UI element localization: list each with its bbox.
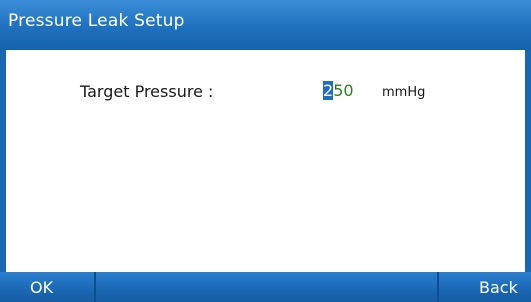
title-bar: Pressure Leak Setup bbox=[0, 0, 531, 50]
target-pressure-label: Target Pressure : bbox=[80, 82, 214, 101]
softkey-bar-middle bbox=[94, 272, 439, 302]
target-pressure-field[interactable]: 250 bbox=[323, 81, 354, 100]
pressure-unit: mmHg bbox=[382, 85, 426, 100]
window-title: Pressure Leak Setup bbox=[8, 11, 185, 31]
back-button[interactable]: Back bbox=[439, 272, 531, 302]
edit-cursor-digit[interactable]: 2 bbox=[323, 81, 334, 100]
target-pressure-digits[interactable]: 50 bbox=[333, 81, 353, 100]
ok-button[interactable]: OK bbox=[0, 272, 94, 302]
